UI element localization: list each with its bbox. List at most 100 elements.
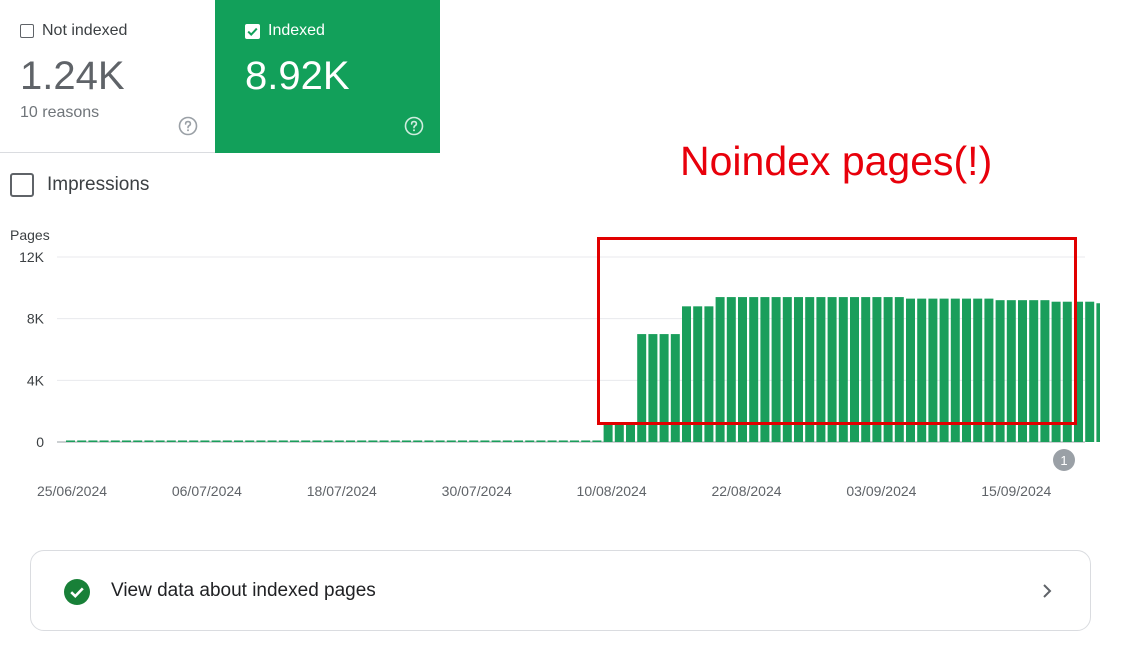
bar[interactable] bbox=[995, 300, 1005, 442]
bar[interactable] bbox=[782, 297, 792, 442]
impressions-toggle[interactable]: Impressions bbox=[10, 173, 149, 197]
bar[interactable] bbox=[446, 440, 456, 442]
bar[interactable] bbox=[166, 440, 176, 442]
help-icon[interactable] bbox=[404, 116, 424, 136]
bar[interactable] bbox=[805, 297, 815, 442]
bar[interactable] bbox=[592, 440, 602, 442]
bar[interactable] bbox=[514, 440, 523, 442]
bar[interactable] bbox=[155, 440, 165, 442]
bar[interactable] bbox=[525, 440, 535, 442]
bar[interactable] bbox=[245, 440, 255, 442]
bar[interactable] bbox=[144, 440, 154, 442]
bar[interactable] bbox=[1018, 300, 1027, 442]
bar[interactable] bbox=[301, 440, 311, 442]
bar[interactable] bbox=[670, 334, 680, 442]
bar[interactable] bbox=[390, 440, 400, 442]
bar[interactable] bbox=[1006, 300, 1016, 442]
bar[interactable] bbox=[424, 440, 434, 442]
bar[interactable] bbox=[872, 297, 882, 442]
bar[interactable] bbox=[1096, 303, 1100, 442]
bar[interactable] bbox=[357, 440, 367, 442]
indexed-card[interactable]: Indexed 8.92K bbox=[215, 0, 440, 153]
bar[interactable] bbox=[88, 440, 98, 442]
impressions-checkbox[interactable] bbox=[10, 173, 34, 197]
bar[interactable] bbox=[77, 440, 87, 442]
bar[interactable] bbox=[458, 440, 467, 442]
bar[interactable] bbox=[290, 440, 299, 442]
bar[interactable] bbox=[648, 334, 658, 442]
bar[interactable] bbox=[312, 440, 322, 442]
help-icon[interactable] bbox=[178, 116, 198, 136]
bar[interactable] bbox=[816, 297, 826, 442]
bar[interactable] bbox=[603, 423, 613, 443]
bar[interactable] bbox=[256, 440, 266, 442]
bar[interactable] bbox=[66, 440, 75, 442]
not-indexed-checkbox[interactable] bbox=[20, 24, 34, 38]
not-indexed-card[interactable]: Not indexed 1.24K 10 reasons bbox=[0, 0, 215, 153]
bar[interactable] bbox=[1051, 301, 1061, 442]
bar[interactable] bbox=[222, 440, 232, 442]
bar[interactable] bbox=[491, 440, 501, 442]
bar[interactable] bbox=[189, 440, 199, 442]
bar[interactable] bbox=[1029, 300, 1039, 442]
bar[interactable] bbox=[334, 440, 344, 442]
bar[interactable] bbox=[502, 440, 512, 442]
bar[interactable] bbox=[581, 440, 591, 442]
bar[interactable] bbox=[323, 440, 333, 442]
bar[interactable] bbox=[413, 440, 423, 442]
bar[interactable] bbox=[110, 440, 120, 442]
bar[interactable] bbox=[827, 297, 837, 442]
bar[interactable] bbox=[693, 306, 703, 442]
bar[interactable] bbox=[480, 440, 490, 442]
bar[interactable] bbox=[178, 440, 187, 442]
bar[interactable] bbox=[346, 440, 355, 442]
indexed-checkbox[interactable] bbox=[245, 23, 260, 39]
bar[interactable] bbox=[614, 423, 624, 443]
bar[interactable] bbox=[861, 297, 871, 442]
bar[interactable] bbox=[200, 440, 210, 442]
bar[interactable] bbox=[547, 440, 557, 442]
bar[interactable] bbox=[133, 440, 143, 442]
bar[interactable] bbox=[682, 306, 691, 442]
bar[interactable] bbox=[122, 440, 131, 442]
bar[interactable] bbox=[267, 440, 277, 442]
bar[interactable] bbox=[558, 440, 568, 442]
bar[interactable] bbox=[962, 298, 971, 442]
bar[interactable] bbox=[928, 298, 938, 442]
bar[interactable] bbox=[950, 298, 960, 442]
bar[interactable] bbox=[1062, 301, 1072, 442]
bar[interactable] bbox=[626, 423, 635, 443]
bar[interactable] bbox=[749, 297, 759, 442]
bar[interactable] bbox=[1040, 300, 1050, 442]
bar[interactable] bbox=[906, 298, 915, 442]
bar[interactable] bbox=[850, 297, 859, 442]
bar[interactable] bbox=[570, 440, 579, 442]
bar[interactable] bbox=[1085, 301, 1095, 442]
bar[interactable] bbox=[894, 297, 904, 442]
bar[interactable] bbox=[771, 297, 781, 442]
bar[interactable] bbox=[838, 297, 848, 442]
bar[interactable] bbox=[984, 298, 994, 442]
bar[interactable] bbox=[939, 298, 949, 442]
bar[interactable] bbox=[704, 306, 714, 442]
bar[interactable] bbox=[368, 440, 378, 442]
bar[interactable] bbox=[469, 440, 479, 442]
bar[interactable] bbox=[738, 297, 747, 442]
bar[interactable] bbox=[659, 334, 669, 442]
bar[interactable] bbox=[715, 297, 725, 442]
bar[interactable] bbox=[402, 440, 411, 442]
bar[interactable] bbox=[726, 297, 736, 442]
bar[interactable] bbox=[760, 297, 770, 442]
bar[interactable] bbox=[435, 440, 445, 442]
bar[interactable] bbox=[973, 298, 983, 442]
bar[interactable] bbox=[536, 440, 546, 442]
bar[interactable] bbox=[637, 334, 647, 442]
bar[interactable] bbox=[917, 298, 927, 442]
bar[interactable] bbox=[99, 440, 109, 442]
bar[interactable] bbox=[883, 297, 893, 442]
view-indexed-pages-link[interactable]: View data about indexed pages bbox=[30, 550, 1091, 631]
bar[interactable] bbox=[1074, 301, 1083, 442]
bar[interactable] bbox=[794, 297, 803, 442]
bar[interactable] bbox=[234, 440, 243, 442]
bar[interactable] bbox=[211, 440, 221, 442]
